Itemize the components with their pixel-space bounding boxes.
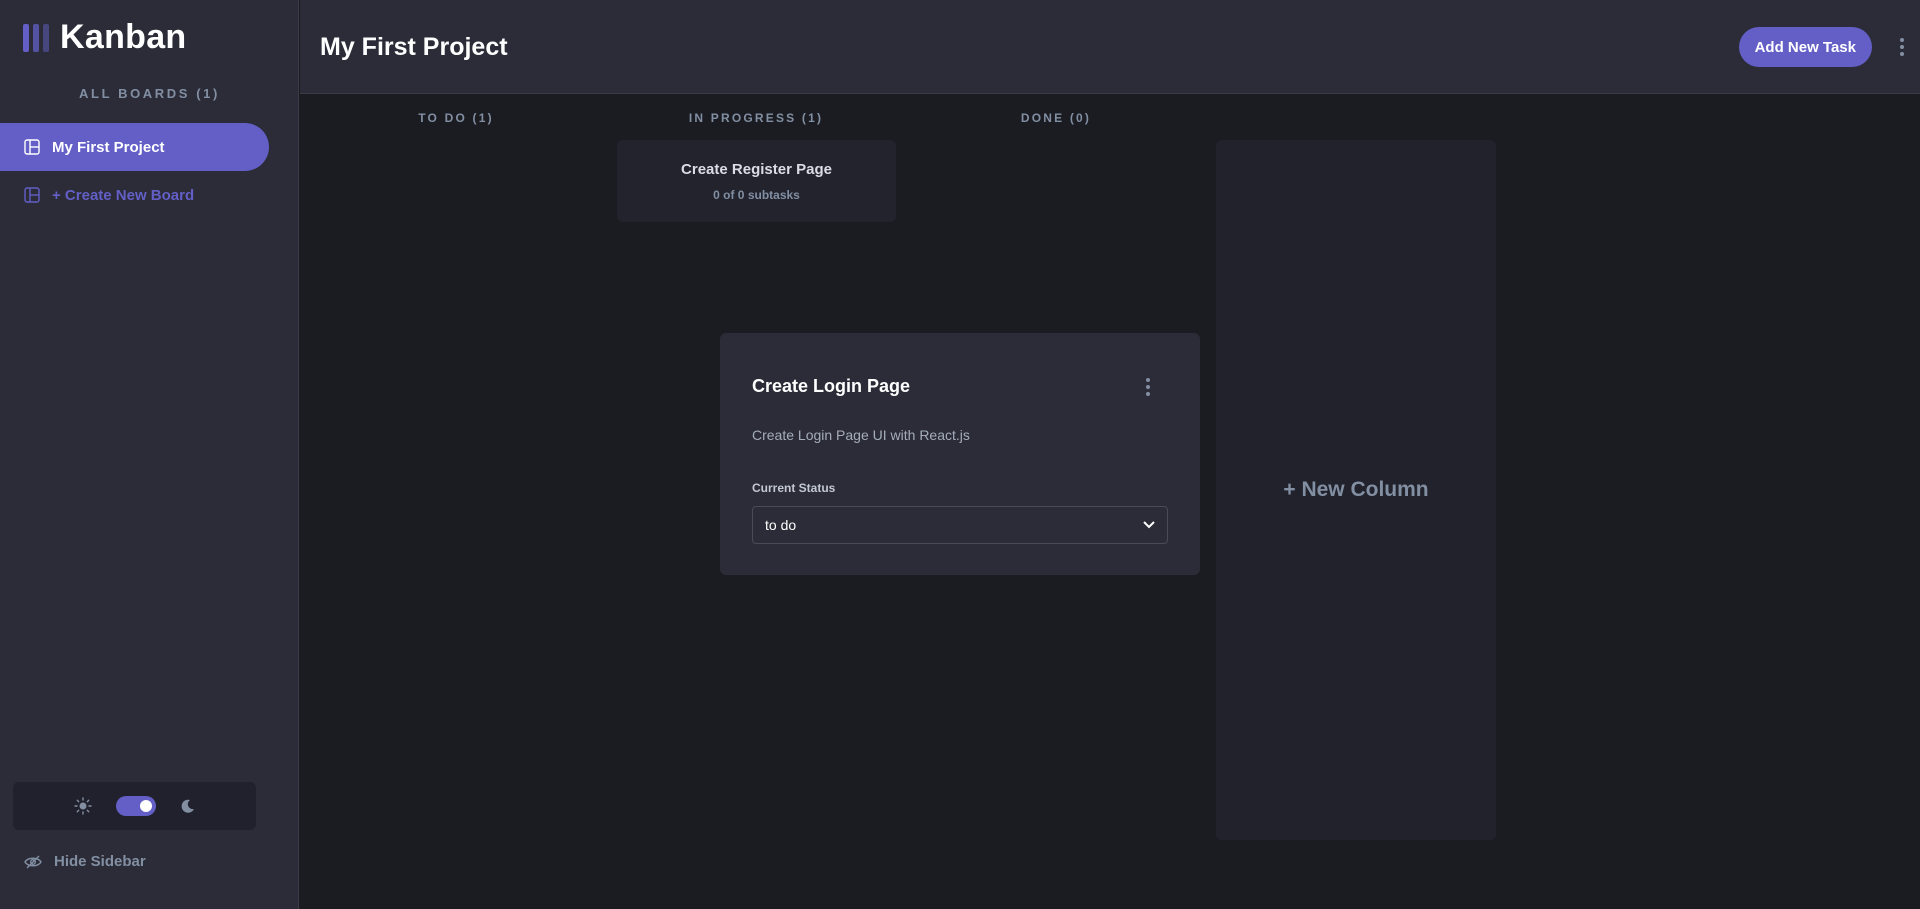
board-icon [24,187,40,203]
task-description: Create Login Page UI with React.js [752,427,970,443]
theme-toggle [13,782,256,830]
sidebar-item-my-first-project[interactable]: My First Project [0,123,269,171]
task-detail-modal: Create Login Page Create Login Page UI w… [720,333,1200,575]
kanban-logo-icon [23,23,49,52]
board-menu-kebab-icon[interactable] [1898,36,1906,58]
column-heading-in-progress: IN PROGRESS (1) [688,111,824,125]
kanban-app: Kanban ALL BOARDS (1) My First Project +… [0,0,1920,909]
sun-icon [73,797,92,815]
header: My First Project Add New Task [300,0,1920,94]
page-title: My First Project [320,33,508,61]
column-heading-done: DONE (0) [1020,111,1092,125]
all-boards-heading: ALL BOARDS (1) [79,86,220,101]
sidebar-item-label: My First Project [52,138,165,156]
task-title: Create Register Page [681,161,832,178]
modal-task-title: Create Login Page [752,376,911,396]
theme-switch[interactable] [115,796,156,816]
task-card[interactable]: Create Register Page 0 of 0 subtasks [617,140,896,222]
create-new-board-button[interactable]: + Create New Board [0,171,269,219]
create-board-label: + Create New Board [52,186,195,204]
eye-slash-icon [24,855,42,868]
app-name: Kanban [60,18,187,56]
chevron-down-icon [1143,521,1155,529]
task-subtasks-count: 0 of 0 subtasks [713,188,800,202]
sidebar: Kanban ALL BOARDS (1) My First Project +… [0,0,299,909]
app-logo: Kanban [23,18,186,57]
theme-switch-knob [139,800,152,812]
status-select-value: to do [765,517,797,533]
board-icon [24,139,40,155]
hide-sidebar-label: Hide Sidebar [54,853,146,870]
hide-sidebar-button[interactable]: Hide Sidebar [24,853,146,870]
current-status-label: Current Status [752,481,836,495]
new-column-button[interactable]: + New Column [1216,140,1496,840]
add-new-task-button[interactable]: Add New Task [1738,27,1872,67]
moon-icon [181,799,194,813]
status-select[interactable]: to do [752,506,1168,544]
task-menu-kebab-icon[interactable] [1144,376,1152,398]
column-heading-todo: TO DO (1) [418,111,494,125]
